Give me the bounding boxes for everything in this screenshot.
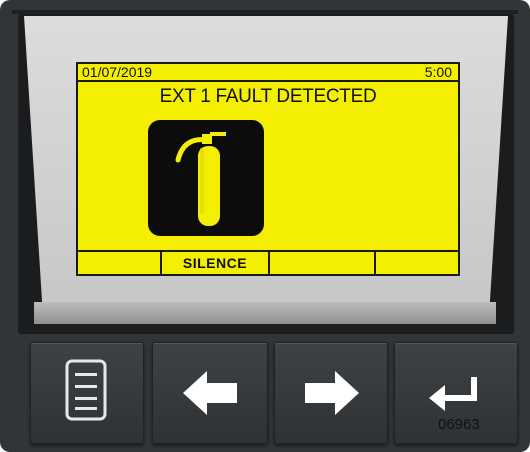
lcd-date: 01/07/2019 [82, 64, 153, 80]
softkey-silence[interactable]: SILENCE [162, 252, 270, 274]
lcd-time: 5:00 [424, 64, 452, 80]
arrow-left-icon [183, 371, 239, 420]
left-arrow-button[interactable] [152, 342, 268, 444]
softkey-4[interactable] [376, 252, 458, 274]
softkey-bar: SILENCE [78, 250, 458, 274]
enter-icon [429, 373, 481, 418]
softkey-3[interactable] [270, 252, 376, 274]
fault-message: EXT 1 FAULT DETECTED [159, 86, 377, 107]
menu-button[interactable] [30, 342, 144, 444]
screen-lower-shadow [34, 302, 496, 324]
panel-device: 01/07/2019 5:00 EXT 1 FAULT DETECTED SIL… [0, 0, 530, 452]
fire-extinguisher-icon [148, 120, 264, 236]
reference-code: 06963 [438, 416, 480, 433]
lcd-display: 01/07/2019 5:00 EXT 1 FAULT DETECTED SIL… [76, 62, 460, 276]
menu-icon [65, 359, 107, 426]
arrow-right-icon [303, 371, 359, 420]
lcd-header: 01/07/2019 5:00 [78, 64, 458, 82]
right-arrow-button[interactable] [274, 342, 388, 444]
softkey-1[interactable] [78, 252, 162, 274]
